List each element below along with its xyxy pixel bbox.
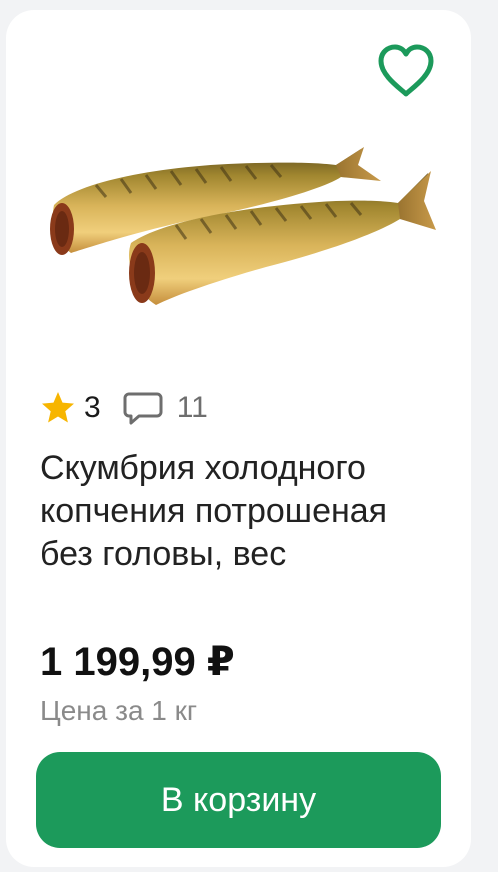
product-title[interactable]: Скумбрия холодного копчения потрошеная б… <box>40 447 445 576</box>
star-icon <box>42 392 74 423</box>
favorite-button[interactable] <box>375 40 437 102</box>
add-to-cart-button[interactable]: В корзину <box>36 752 441 848</box>
product-card[interactable]: 3 11 Скумбрия холодного копчения потроше… <box>6 10 471 867</box>
product-image[interactable] <box>36 135 446 325</box>
heart-icon <box>378 44 434 97</box>
rating-row: 3 11 <box>40 386 208 430</box>
review-count[interactable]: 11 <box>177 386 208 430</box>
price-unit: Цена за 1 кг <box>40 695 198 726</box>
rating-value: 3 <box>84 391 101 424</box>
speech-bubble-icon <box>123 392 163 425</box>
product-price: 1 199,99 ₽ <box>40 640 235 684</box>
